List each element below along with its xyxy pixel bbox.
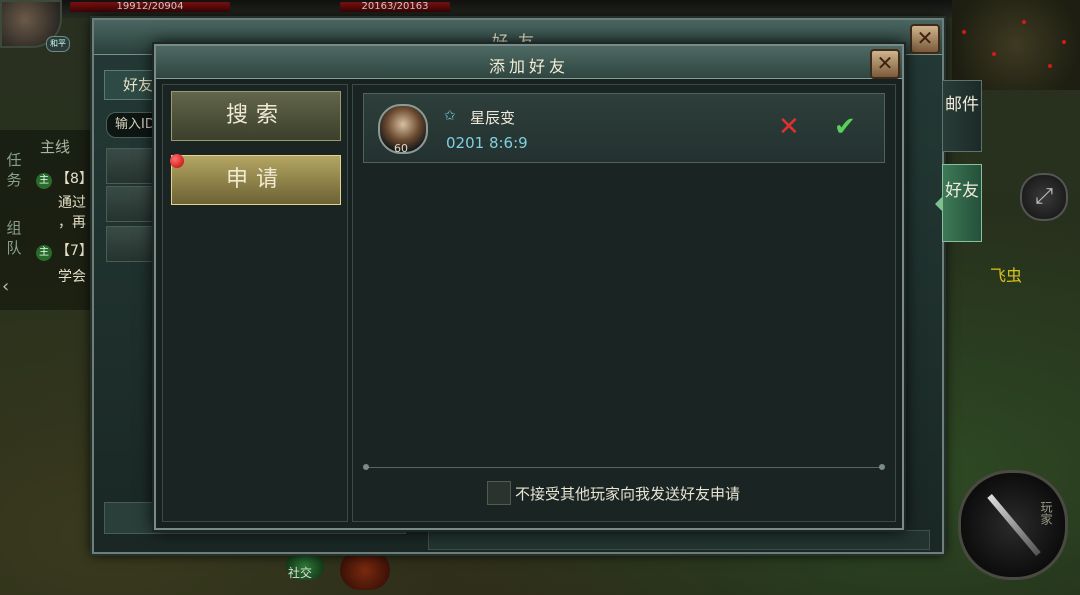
- request-time: 0201 8:6:9: [446, 134, 528, 152]
- map-dot-icon: [1062, 40, 1066, 44]
- pk-mode-badge[interactable]: 和平: [46, 36, 70, 52]
- quest-item: 通过: [58, 195, 86, 211]
- add-friend-close-button[interactable]: ✕: [870, 49, 900, 79]
- friends-bottom-bar-right: [428, 530, 930, 550]
- skill-label: 玩家: [1039, 501, 1053, 525]
- notification-dot-icon: [170, 154, 184, 168]
- accept-request-button[interactable]: ✔: [834, 114, 856, 140]
- quest-item: ，再: [58, 215, 86, 231]
- add-friend-menu-panel: 搜索 申请: [162, 84, 348, 522]
- map-dot-icon: [992, 52, 996, 56]
- requester-level: 60: [394, 142, 408, 155]
- friend-requests-panel: 60 ✩ 星辰变 0201 8:6:9 ✕ ✔ 不接受其他玩家向我发送好友申请: [352, 84, 896, 522]
- quest-item: 学会: [58, 269, 86, 285]
- friends-window-close-button[interactable]: ✕: [910, 24, 940, 54]
- fullscreen-expand-button[interactable]: ⤢: [1020, 173, 1068, 221]
- divider-end-icon: [879, 464, 885, 470]
- rank-star-icon: ✩: [444, 108, 456, 124]
- main-quest-icon: 主: [36, 245, 52, 261]
- block-requests-label[interactable]: 不接受其他玩家向我发送好友申请: [515, 483, 740, 504]
- social-label: 社交: [288, 566, 313, 580]
- reject-request-button[interactable]: ✕: [778, 114, 800, 140]
- add-friend-title: 添加好友: [488, 57, 569, 76]
- main-quest-icon: 主: [36, 173, 52, 189]
- quest-title[interactable]: 主线: [40, 136, 70, 157]
- divider-end-icon: [363, 464, 369, 470]
- add-friend-dialog: 添加好友 ✕ 搜索 申请 60 ✩ 星辰变 0201 8:6:9 ✕ ✔ 不接受…: [154, 44, 904, 530]
- apply-button[interactable]: 申请: [170, 154, 341, 205]
- target-hp-bar: 20163/20163: [340, 2, 450, 12]
- requester-name: 星辰变: [470, 109, 516, 127]
- map-dot-icon: [962, 30, 966, 34]
- player-hp-bar: 19912/20904: [70, 2, 230, 12]
- map-dot-icon: [1048, 64, 1052, 68]
- divider: [367, 467, 881, 468]
- sword-icon: [987, 493, 1041, 557]
- add-friend-title-band: 添加好友: [156, 46, 902, 79]
- friend-request-row[interactable]: 60 ✩ 星辰变 0201 8:6:9 ✕ ✔: [363, 93, 885, 163]
- collapse-arrow-icon[interactable]: ‹: [2, 276, 9, 297]
- search-button[interactable]: 搜索: [171, 91, 341, 141]
- side-tab-friends[interactable]: 好友: [942, 164, 982, 242]
- block-requests-checkbox[interactable]: [487, 481, 511, 505]
- active-tab-arrow-icon: [935, 196, 943, 212]
- attack-skill-button[interactable]: 玩家: [958, 470, 1068, 580]
- quest-item[interactable]: 主【8】: [36, 168, 93, 189]
- bottom-menu-icon[interactable]: [340, 550, 390, 590]
- side-tab-mail[interactable]: 邮件: [942, 80, 982, 152]
- monster-name-label: 飞虫: [990, 266, 1023, 285]
- quest-item[interactable]: 主【7】: [36, 240, 93, 261]
- tab-tasks[interactable]: 任务: [2, 150, 26, 190]
- minimap[interactable]: [952, 0, 1080, 90]
- tab-team[interactable]: 组队: [2, 218, 26, 258]
- map-dot-icon: [1022, 20, 1026, 24]
